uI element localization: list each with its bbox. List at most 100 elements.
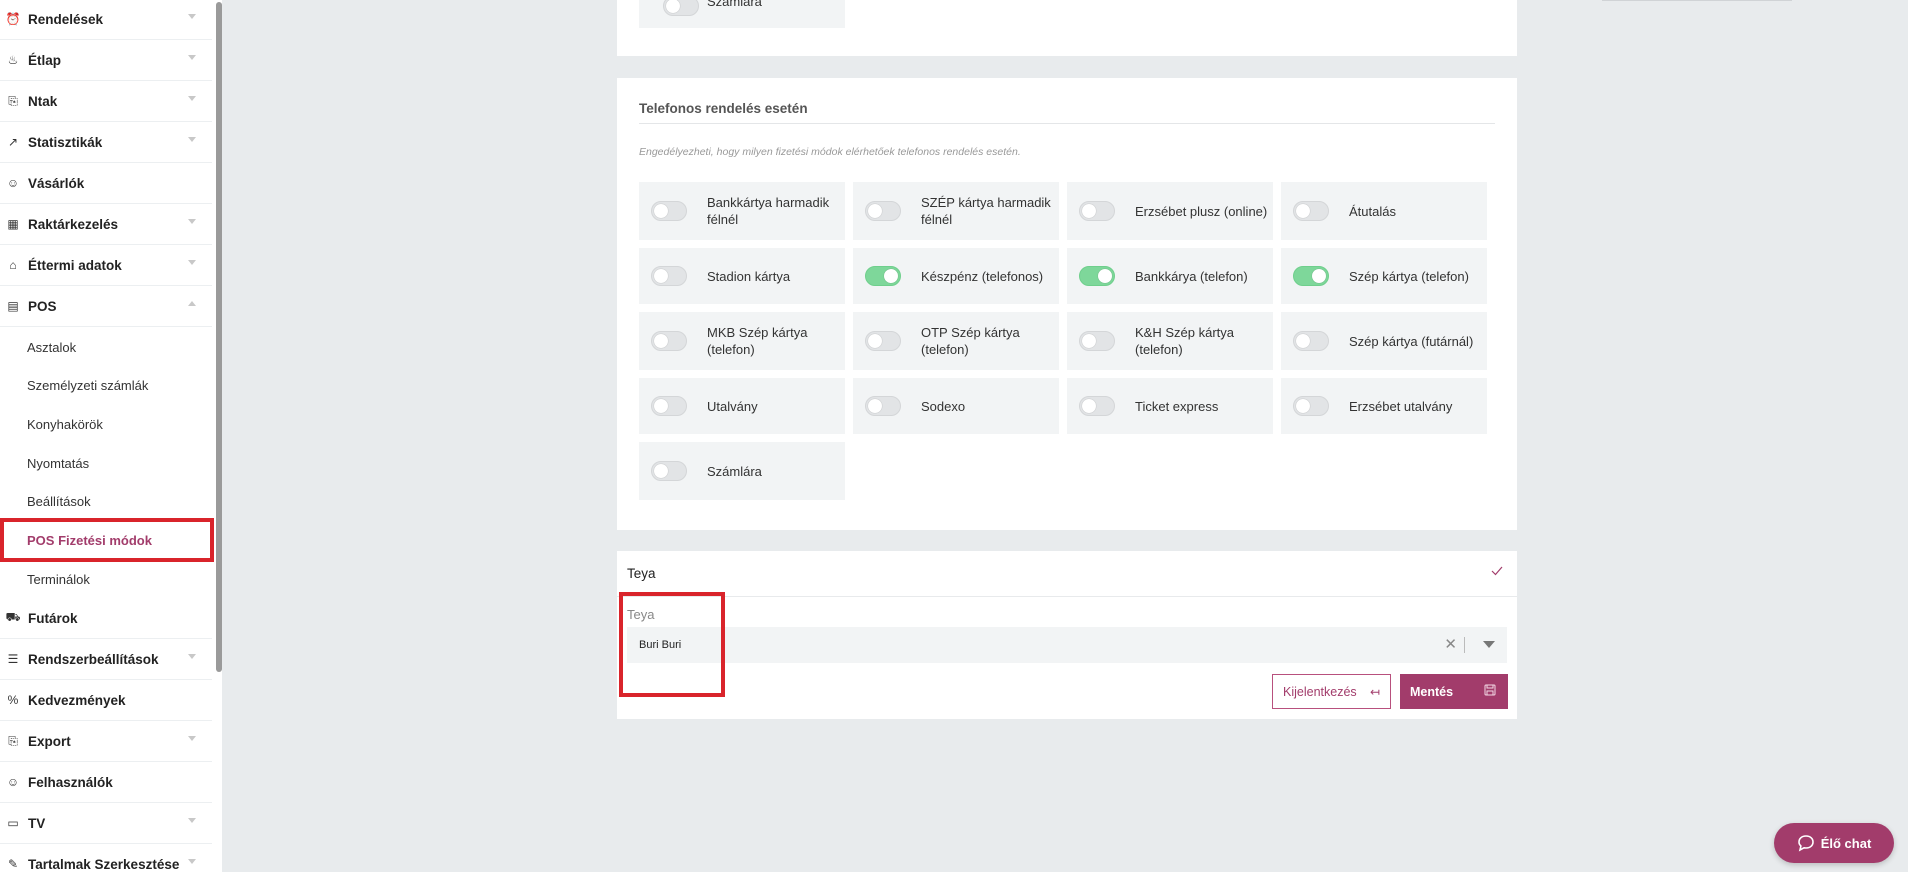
divider	[1464, 637, 1465, 653]
logout-button[interactable]: Kijelentkezés ↤	[1272, 674, 1391, 709]
sidebar-item[interactable]: ☺ Vásárlók	[0, 163, 212, 204]
sidebar-item[interactable]: ♨ Étlap	[0, 40, 212, 81]
sidebar-subitem[interactable]: Személyzeti számlák	[0, 367, 212, 405]
chevron-up-icon[interactable]	[188, 301, 196, 306]
percent-icon: %	[7, 693, 19, 707]
sidebar-subitem[interactable]: Terminálok	[0, 560, 212, 598]
teya-title: Teya	[627, 566, 656, 581]
payment-toggle[interactable]	[651, 266, 687, 286]
live-chat-button[interactable]: Élő chat	[1774, 823, 1894, 863]
payment-toggle[interactable]	[1293, 201, 1329, 221]
floppy-disk-icon	[1484, 684, 1496, 696]
store-icon: ⌂	[9, 258, 17, 272]
teya-card: Teya Teya Buri Buri ✕ Kijelentkezés ↤ Me…	[617, 551, 1517, 719]
payment-toggle[interactable]	[1079, 331, 1115, 351]
chevron-down-icon[interactable]	[188, 219, 196, 224]
sidebar-item-label: Étlap	[28, 52, 62, 68]
toggle-knob	[1296, 334, 1310, 348]
chevron-down-icon[interactable]	[188, 55, 196, 60]
payment-method-tile: Számlára	[639, 442, 845, 500]
payment-toggle[interactable]	[651, 461, 687, 481]
payment-method-label: Stadion kártya	[707, 268, 791, 284]
payment-toggle[interactable]	[865, 396, 901, 416]
payment-method-label: Átutalás	[1349, 203, 1396, 219]
payment-toggle[interactable]	[651, 396, 687, 416]
payment-method-label: Készpénz (telefonos)	[921, 268, 1044, 284]
sidebar-item[interactable]: ✎ Tartalmak Szerkesztése	[0, 844, 212, 872]
sidebar-item[interactable]: ↗ Statisztikák	[0, 122, 212, 163]
payment-toggle[interactable]	[651, 201, 687, 221]
payment-toggle[interactable]	[651, 331, 687, 351]
payment-toggle[interactable]	[1079, 201, 1115, 221]
sidebar-item[interactable]: ▤ POS	[0, 286, 212, 327]
sidebar-item[interactable]: ⎘ Export	[0, 721, 212, 762]
payment-method-label: Szép kártya (telefon)	[1349, 268, 1469, 284]
chevron-down-icon[interactable]	[188, 137, 196, 142]
toggle-knob	[868, 399, 882, 413]
sidebar-item[interactable]: ⛟ Futárok	[0, 598, 212, 639]
chevron-down-icon[interactable]	[188, 96, 196, 101]
toggle-knob	[1082, 399, 1096, 413]
sidebar-item[interactable]: ☺ Felhasználók	[0, 762, 212, 803]
payment-method-tile: Készpénz (telefonos)	[853, 248, 1059, 304]
pot-icon: ♨	[7, 53, 19, 67]
sidebar-item-label: Éttermi adatok	[28, 257, 122, 273]
chevron-down-icon[interactable]	[188, 260, 196, 265]
payment-method-label: Ticket express	[1135, 398, 1219, 414]
divider	[639, 123, 1495, 124]
payment-method-label: Utalvány	[707, 398, 758, 414]
payment-toggle[interactable]	[1079, 266, 1115, 286]
payment-toggle[interactable]	[663, 0, 699, 16]
chevron-down-icon[interactable]	[188, 818, 196, 823]
sidebar-item-label: Export	[28, 733, 71, 749]
sidebar-item[interactable]: % Kedvezmények	[0, 680, 212, 721]
sidebar-item[interactable]: ⌂ Éttermi adatok	[0, 245, 212, 286]
toggle-knob	[1296, 399, 1310, 413]
section-description: Engedélyezheti, hogy milyen fizetési mód…	[639, 146, 1021, 158]
payment-method-label: MKB Szép kártya (telefon)	[707, 325, 808, 357]
clear-icon[interactable]: ✕	[1444, 635, 1457, 653]
chevron-down-icon[interactable]	[188, 14, 196, 19]
sidebar-item-label: Felhasználók	[28, 774, 113, 790]
payment-toggle[interactable]	[1293, 331, 1329, 351]
payment-method-tile: Számlára	[639, 0, 845, 28]
payment-toggle[interactable]	[865, 331, 901, 351]
payment-method-tile: Erzsébet plusz (online)	[1067, 182, 1273, 240]
chevron-down-icon[interactable]	[188, 859, 196, 864]
sidebar-scrollbar-thumb[interactable]	[216, 2, 222, 672]
save-button[interactable]: Mentés	[1400, 674, 1508, 709]
sidebar-item[interactable]: ⎘ Ntak	[0, 81, 212, 122]
teya-header[interactable]: Teya	[617, 551, 1517, 597]
sidebar-item[interactable]: ⏰ Rendelések	[0, 0, 212, 40]
toggle-knob	[1082, 204, 1096, 218]
sidebar-item[interactable]: ☰ Rendszerbeállítások	[0, 639, 212, 680]
monitor-icon: ▭	[7, 816, 19, 830]
sidebar-subitem[interactable]: Nyomtatás	[0, 444, 212, 482]
chevron-down-icon[interactable]	[188, 654, 196, 659]
payment-method-tile: Bankkárya (telefon)	[1067, 248, 1273, 304]
toggle-knob	[884, 269, 898, 283]
sidebar-item[interactable]: ▦ Raktárkezelés	[0, 204, 212, 245]
payment-toggle[interactable]	[1293, 396, 1329, 416]
sidebar-subitem[interactable]: Beállítások	[0, 483, 212, 521]
sidebar-subitem[interactable]: Konyhakörök	[0, 405, 212, 443]
user-circle-icon: ☺	[6, 775, 20, 789]
document-export-icon: ⎘	[8, 93, 18, 108]
sidebar-item[interactable]: ▭ TV	[0, 803, 212, 844]
payment-method-tile: Bankkártya harmadik félnél	[639, 182, 845, 240]
sidebar-subitem[interactable]: Asztalok	[0, 328, 212, 366]
logout-icon: ↤	[1369, 685, 1380, 699]
sidebar-item-label: Vásárlók	[28, 175, 85, 191]
payment-toggle[interactable]	[865, 266, 901, 286]
teya-terminal-select[interactable]: Buri Buri ✕	[627, 627, 1507, 663]
toggle-knob	[654, 334, 668, 348]
payment-toggle[interactable]	[865, 201, 901, 221]
chevron-down-icon[interactable]	[188, 736, 196, 741]
sidebar-item-label: Statisztikák	[28, 134, 103, 150]
payment-toggle[interactable]	[1079, 396, 1115, 416]
payment-toggle[interactable]	[1293, 266, 1329, 286]
edit-icon: ✎	[7, 857, 19, 871]
highlight-box-pos-payment-methods	[0, 518, 214, 562]
dropdown-arrow-icon[interactable]	[1483, 641, 1495, 648]
sidebar-item-label: Tartalmak Szerkesztése	[28, 856, 180, 872]
